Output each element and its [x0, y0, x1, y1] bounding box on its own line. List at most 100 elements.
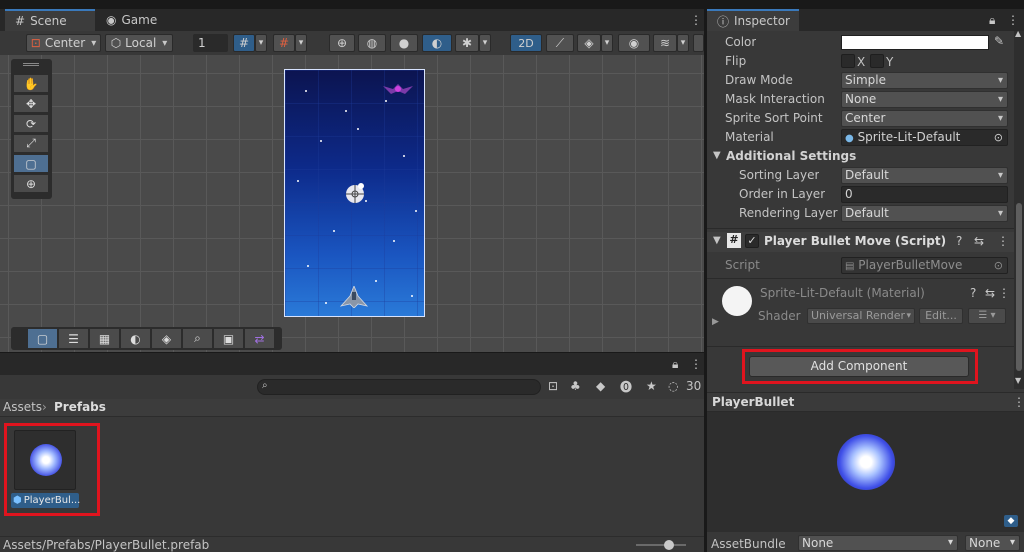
preset-icon[interactable]: ⇆: [974, 234, 984, 248]
breadcrumb-prefabs[interactable]: Prefabs: [54, 400, 106, 414]
draw-mode-wireframe-button[interactable]: ⊕: [329, 34, 355, 52]
camera-settings-button[interactable]: ≋: [653, 34, 677, 52]
shader-edit-button[interactable]: Edit...: [919, 308, 963, 324]
help-icon[interactable]: ?: [956, 234, 962, 248]
pivot-dropdown[interactable]: ⊡ Center: [26, 34, 101, 52]
scroll-down-icon[interactable]: ▼: [1015, 376, 1021, 385]
search-tool[interactable]: ⌕: [183, 329, 213, 348]
label-tag-icon[interactable]: ◆: [1004, 515, 1018, 527]
debug-draw-dropdown[interactable]: ▾: [479, 34, 491, 52]
space-dropdown[interactable]: ⬡ Local: [105, 34, 173, 52]
scroll-up-icon[interactable]: ▲: [1015, 29, 1021, 38]
thumbnail-size-slider[interactable]: [636, 540, 686, 550]
shader-dropdown[interactable]: Universal Render ▾: [807, 308, 915, 324]
grid-snap-dropdown[interactable]: ▾: [255, 34, 267, 52]
flip-x-checkbox[interactable]: [841, 54, 855, 68]
move-tool[interactable]: ✥: [14, 95, 48, 113]
increment-snap-dropdown[interactable]: ▾: [295, 34, 307, 52]
draw-mode-unlit-button[interactable]: ◐: [422, 34, 452, 52]
preview-menu-icon[interactable]: ⋮: [1013, 395, 1024, 409]
effects-toggle[interactable]: ◈: [577, 34, 601, 52]
script-component-header[interactable]: ▼ # ✓ Player Bullet Move (Script) ? ⇆ ⋮: [707, 232, 1014, 252]
tab-scene[interactable]: # Scene: [5, 9, 95, 31]
draw-mode-shaded-wire-button[interactable]: ◍: [358, 34, 386, 52]
script-enabled-checkbox[interactable]: ✓: [745, 234, 759, 248]
draw-mode-shaded-button[interactable]: ●: [390, 34, 418, 52]
overlay-drag-handle[interactable]: [23, 63, 39, 66]
scene-tools-overlay: ✋ ✥ ⟳ ⤢ ▢ ⊕: [11, 59, 52, 199]
visibility-toggle[interactable]: ◉: [618, 34, 650, 52]
material-object-field[interactable]: ● Sprite-Lit-Default ⊙: [841, 129, 1008, 146]
camera-tool[interactable]: ▣: [214, 329, 244, 348]
shader-list-button[interactable]: ☰ ▾: [968, 308, 1006, 324]
order-in-layer-input[interactable]: 0: [841, 186, 1008, 203]
preset-icon[interactable]: ⇆: [985, 286, 995, 300]
favorite-star-icon[interactable]: ★: [646, 379, 657, 393]
breadcrumb-assets[interactable]: Assets: [3, 400, 42, 414]
assetbundle-dropdown[interactable]: None ▾: [798, 535, 958, 551]
component-menu-icon[interactable]: ⋮: [997, 234, 1009, 248]
grid-snap-button[interactable]: #: [233, 34, 255, 52]
layers-tool[interactable]: ◈: [152, 329, 182, 348]
foldout-arrow-icon[interactable]: ▶: [712, 317, 719, 327]
scene-menu-icon[interactable]: ⋮: [690, 13, 702, 27]
rect-select-tool[interactable]: ▢: [28, 329, 58, 348]
grid-size-field[interactable]: 1: [193, 34, 228, 52]
object-picker-icon[interactable]: ⊙: [994, 130, 1003, 145]
tab-game[interactable]: ◉ Game: [96, 9, 166, 31]
scrollbar-thumb[interactable]: [1016, 203, 1022, 371]
project-search-input[interactable]: ⌕: [257, 379, 541, 395]
search-icon: ⌕: [262, 380, 268, 391]
gamepad-icon: ◉: [106, 13, 117, 27]
scale-tool[interactable]: ⤢: [14, 135, 48, 153]
flip-y-checkbox[interactable]: [870, 54, 884, 68]
tab-inspector[interactable]: ⓘ Inspector: [707, 9, 799, 31]
transform-tool[interactable]: ⊕: [14, 175, 48, 193]
row-additional-settings[interactable]: ▼ Additional Settings: [707, 147, 1014, 166]
help-icon[interactable]: ?: [970, 286, 976, 300]
lighting-toggle[interactable]: ⟋: [546, 34, 574, 52]
lighting-tool[interactable]: ◐: [121, 329, 151, 348]
scene-viewport[interactable]: ✋ ✥ ⟳ ⤢ ▢ ⊕ ▢ ☰ ▦ ◐ ◈ ⌕ ▣ ⇄: [0, 55, 704, 352]
script-object-field: ▤ PlayerBulletMove ⊙: [841, 257, 1008, 274]
preview-area: ◆: [707, 412, 1024, 532]
effects-dropdown[interactable]: ▾: [601, 34, 613, 52]
label-tag-icon[interactable]: ◆: [596, 379, 605, 393]
tab-inspector-label: Inspector: [734, 14, 790, 28]
2d-mode-toggle[interactable]: 2D: [510, 34, 542, 52]
gizmos-button[interactable]: [693, 34, 704, 52]
hand-tool[interactable]: ✋: [14, 75, 48, 93]
sorting-layer-dropdown[interactable]: Default: [841, 167, 1008, 184]
pivot-label: Center: [44, 36, 86, 50]
inspector-menu-icon[interactable]: ⋮: [1007, 13, 1019, 27]
increment-snap-button[interactable]: #: [273, 34, 295, 52]
camera-settings-dropdown[interactable]: ▾: [677, 34, 689, 52]
rect-tool[interactable]: ▢: [14, 155, 48, 173]
hidden-packages-icon[interactable]: ◌: [668, 379, 678, 393]
assetbundle-label: AssetBundle: [711, 537, 786, 551]
lock-icon[interactable]: 🔒︎: [672, 357, 678, 372]
filter-shapes-icon[interactable]: ♣: [570, 379, 581, 393]
slider-handle[interactable]: [664, 540, 674, 550]
mask-interaction-dropdown[interactable]: None: [841, 91, 1008, 108]
rotate-tool[interactable]: ⟳: [14, 115, 48, 133]
draw-mode-dropdown[interactable]: Simple: [841, 72, 1008, 89]
warning-icon[interactable]: ⓿: [620, 378, 632, 395]
search-icon: ⌕: [194, 331, 201, 345]
project-menu-icon[interactable]: ⋮: [690, 357, 702, 371]
sprite-editor-tool[interactable]: ☰: [59, 329, 89, 348]
eyedropper-icon[interactable]: ✎: [994, 34, 1004, 48]
component-menu-icon[interactable]: ⋮: [998, 286, 1010, 300]
search-by-type-icon[interactable]: ⊡: [548, 379, 558, 393]
layers-icon: ◈: [161, 331, 172, 346]
assetbundle-variant-dropdown[interactable]: None ▾: [965, 535, 1020, 551]
shuffle-tool[interactable]: ⇄: [245, 329, 275, 348]
lock-icon[interactable]: 🔒︎: [989, 13, 995, 28]
sprite-sort-point-dropdown[interactable]: Center: [841, 110, 1008, 127]
tilemap-tool[interactable]: ▦: [90, 329, 120, 348]
debug-draw-button[interactable]: ✱: [455, 34, 479, 52]
project-panel-header: 🔒︎ ⋮: [0, 353, 704, 375]
color-swatch[interactable]: [841, 35, 989, 50]
rendering-layer-dropdown[interactable]: Default: [841, 205, 1008, 222]
inspector-scrollbar[interactable]: ▲ ▼: [1014, 29, 1024, 389]
